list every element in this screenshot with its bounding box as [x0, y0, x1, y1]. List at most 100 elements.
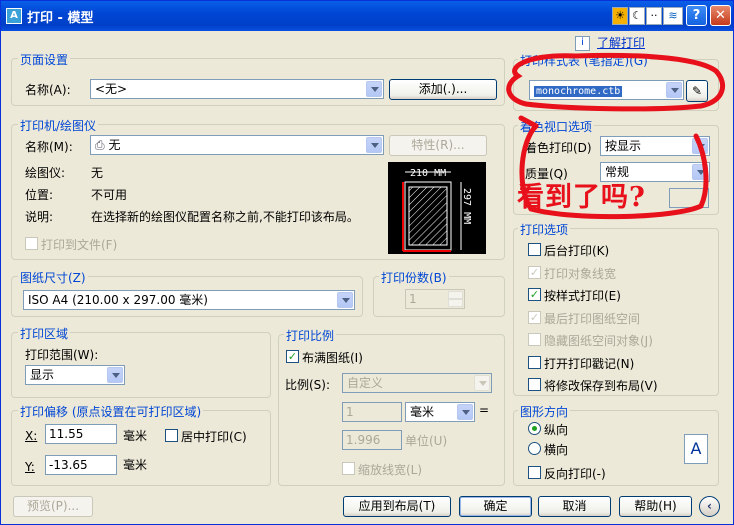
portrait-label: 纵向 — [544, 423, 569, 437]
reverse-plot-checkbox[interactable] — [528, 466, 541, 479]
orientation-page-icon: A — [684, 434, 708, 464]
help-title-button[interactable]: ? — [686, 5, 707, 26]
cancel-button[interactable]: 取消 — [538, 496, 611, 517]
printer-icon: ⎙ — [95, 138, 105, 152]
plot-option-checkbox[interactable] — [528, 243, 541, 256]
plot-option-checkbox[interactable]: ✓ — [528, 310, 541, 324]
sun-icon[interactable]: ☀ — [612, 7, 628, 25]
properties-button[interactable]: 特性(R)... — [389, 135, 487, 156]
fit-to-paper-checkbox[interactable]: ✓ — [286, 350, 299, 363]
equals-sign: = — [479, 403, 490, 417]
page-setup-name-combo[interactable]: <无> — [90, 79, 384, 99]
plot-option-checkbox[interactable]: ✓ — [528, 265, 541, 279]
offset-y-unit: 毫米 — [123, 458, 148, 472]
copies-spinner[interactable]: 1 — [405, 289, 465, 309]
dots-icon[interactable]: ·· — [646, 7, 662, 25]
chevron-down-icon[interactable] — [107, 367, 123, 383]
preview-height-text: 297 MM — [461, 188, 472, 224]
spin-down-icon[interactable] — [448, 299, 463, 307]
window-title: 打印 - 模型 — [27, 11, 94, 26]
fit-to-paper-label: 布满图纸(I) — [302, 351, 363, 365]
plot-option-label: 将修改保存到布局(V) — [544, 379, 658, 393]
scale-ratio-combo[interactable]: 自定义 — [342, 373, 492, 393]
location-value: 不可用 — [91, 188, 128, 202]
paper-size-value: ISO A4 (210.00 x 297.00 毫米) — [28, 293, 208, 307]
help-button[interactable]: 帮助(H) — [619, 496, 692, 517]
preview-width-text: 210 MM — [410, 168, 446, 179]
plot-option-checkbox[interactable] — [528, 378, 541, 391]
chevron-down-icon[interactable] — [474, 375, 490, 391]
paper-size-combo[interactable]: ISO A4 (210.00 x 297.00 毫米) — [23, 290, 355, 310]
preview-button[interactable]: 预览(P)... — [13, 496, 93, 517]
autocad-app-icon: A — [6, 8, 22, 24]
chevron-down-icon[interactable] — [366, 81, 382, 97]
chevron-down-icon[interactable] — [366, 137, 382, 153]
printer-name-value: 无 — [108, 138, 121, 152]
plot-option-checkbox[interactable] — [528, 333, 541, 346]
plot-option-checkbox[interactable]: ✓ — [528, 288, 541, 301]
scale-value-input[interactable]: 1 — [342, 402, 402, 422]
landscape-label: 横向 — [544, 443, 569, 457]
page-setup-name-value: <无> — [95, 82, 128, 96]
scale-unit-combo[interactable]: 毫米 — [405, 402, 475, 422]
description-value: 在选择新的绘图仪配置名称之前,不能打印该布局。 — [91, 210, 359, 224]
offset-x-label: X: — [25, 429, 38, 443]
copies-value: 1 — [409, 292, 417, 306]
paper-preview: 210 MM 297 MM — [388, 162, 486, 254]
title-bar[interactable]: A 打印 - 模型 ☀ ☾ ·· ≋ ? ✕ — [1, 1, 733, 31]
page-setup-label: 页面设置 — [18, 51, 71, 68]
print-to-file-label: 打印到文件(F) — [41, 238, 118, 252]
add-page-setup-button[interactable]: 添加(.)... — [389, 79, 497, 100]
scale-lineweights-label: 缩放线宽(L) — [358, 463, 423, 477]
moon-icon[interactable]: ☾ — [629, 7, 645, 25]
orientation-label: 图形方向 — [518, 403, 571, 420]
offset-y-input[interactable]: -13.65 — [45, 455, 117, 475]
printer-name-combo[interactable]: ⎙ 无 — [90, 135, 384, 155]
plot-scale-label: 打印比例 — [284, 327, 337, 344]
plot-option-label: 按样式打印(E) — [544, 289, 621, 303]
apply-to-layout-button[interactable]: 应用到布局(T) — [343, 496, 451, 517]
offset-label: 打印偏移 (原点设置在可打印区域) — [18, 403, 204, 420]
location-label: 位置: — [25, 188, 54, 202]
chevron-down-icon[interactable] — [337, 292, 353, 308]
print-to-file-checkbox[interactable] — [25, 237, 38, 250]
plot-option-label: 后台打印(K) — [544, 244, 610, 258]
plot-option-label: 最后打印图纸空间 — [544, 311, 641, 326]
printer-name-label: 名称(M): — [25, 140, 73, 154]
offset-y-label: Y: — [25, 460, 35, 474]
plot-option-label: 打印对象线宽 — [544, 266, 617, 281]
printer-label: 打印机/绘图仪 — [18, 117, 99, 134]
annotation-text: 看到了吗? — [517, 182, 646, 213]
close-button[interactable]: ✕ — [710, 5, 731, 26]
print-range-value: 显示 — [30, 368, 55, 382]
ok-button[interactable]: 确定 — [459, 496, 532, 517]
spin-up-icon[interactable] — [448, 291, 463, 299]
center-plot-checkbox[interactable] — [165, 429, 178, 442]
scale-ratio-value: 自定义 — [347, 376, 384, 390]
plot-dialog: A 打印 - 模型 ☀ ☾ ·· ≋ ? ✕ i 了解打印 页面设置 名称(A)… — [0, 0, 734, 525]
offset-x-unit: 毫米 — [123, 429, 148, 443]
collapse-arrow-icon[interactable]: ‹ — [699, 496, 720, 517]
plot-option-checkbox[interactable] — [528, 355, 541, 369]
scale-unit-value: 毫米 — [410, 405, 435, 419]
reverse-plot-label: 反向打印(-) — [544, 467, 606, 481]
chevron-down-icon[interactable] — [457, 404, 473, 420]
center-plot-label: 居中打印(C) — [181, 430, 247, 444]
scale-lineweights-checkbox[interactable] — [342, 462, 355, 475]
preview-printable-area — [408, 186, 448, 246]
scale-ratio-label: 比例(S): — [285, 378, 331, 392]
offset-x-input[interactable]: 11.55 — [45, 424, 117, 444]
plotter-value: 无 — [91, 166, 104, 180]
landscape-radio[interactable] — [528, 442, 541, 455]
print-range-combo[interactable]: 显示 — [25, 365, 125, 385]
plotter-label: 绘图仪: — [25, 166, 66, 180]
wave-icon[interactable]: ≋ — [663, 7, 683, 25]
scale-units-label: 单位(U) — [405, 434, 448, 448]
print-range-label: 打印范围(W): — [25, 348, 99, 362]
portrait-radio[interactable] — [528, 422, 541, 435]
red-circle-stroke — [506, 52, 726, 112]
print-area-label: 打印区域 — [18, 325, 71, 342]
scale-units-input[interactable]: 1.996 — [342, 430, 402, 450]
plot-option-label: 隐藏图纸空间对象(J) — [544, 334, 653, 348]
plot-option-label: 打开打印戳记(N) — [544, 356, 635, 371]
